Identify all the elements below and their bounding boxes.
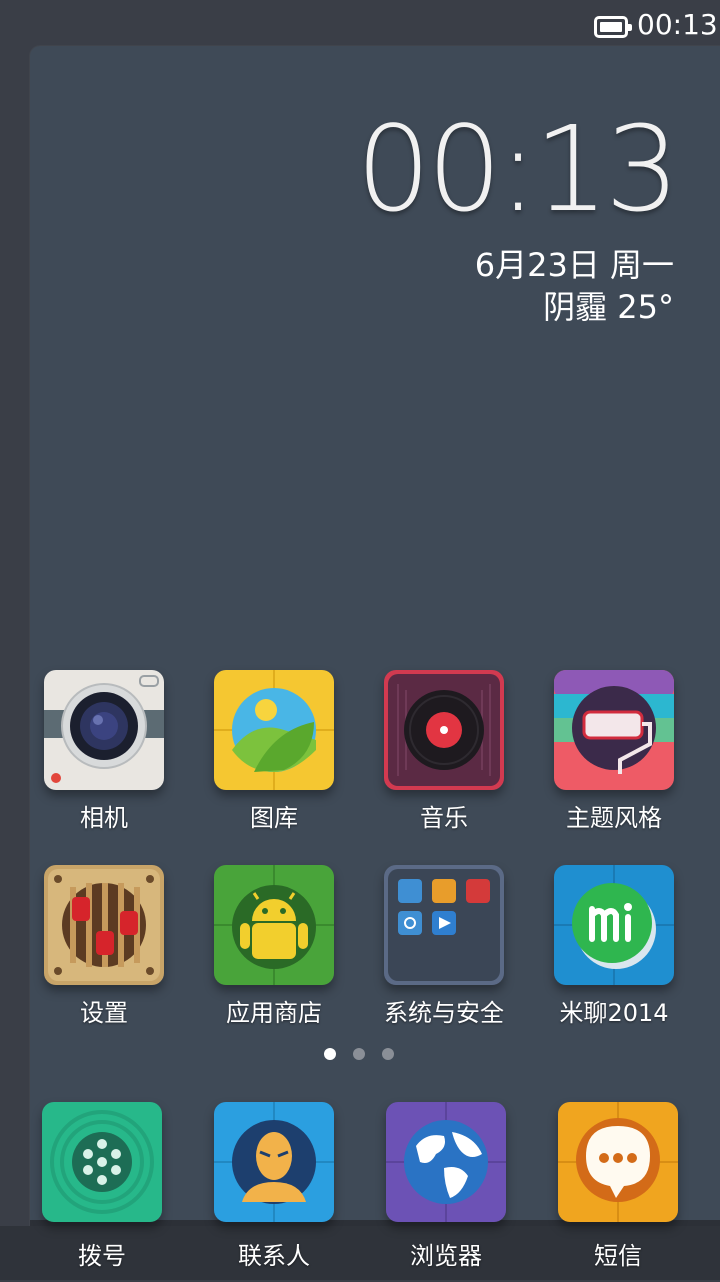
app-gallery[interactable]: 图库: [189, 670, 359, 850]
settings-icon: [44, 865, 164, 985]
battery-icon: [594, 16, 632, 38]
page-dot-1[interactable]: [324, 1048, 336, 1060]
status-bar: 00:13: [0, 0, 720, 48]
page-indicator[interactable]: [318, 1048, 402, 1062]
app-theme[interactable]: 主题风格: [529, 670, 699, 850]
app-label: 短信: [594, 1242, 642, 1270]
app-label: 应用商店: [226, 999, 322, 1027]
app-label: 音乐: [420, 804, 468, 832]
camera-icon: [44, 670, 164, 790]
app-label: 图库: [250, 804, 298, 832]
dock-messages[interactable]: 短信: [533, 1102, 703, 1282]
messages-icon: [558, 1102, 678, 1222]
app-settings[interactable]: 设置: [19, 865, 189, 1045]
status-time: 00:13: [637, 8, 718, 41]
browser-icon: [386, 1102, 506, 1222]
music-icon: [384, 670, 504, 790]
app-camera[interactable]: 相机: [19, 670, 189, 850]
page-dot-3[interactable]: [382, 1048, 394, 1060]
app-store[interactable]: 应用商店: [189, 865, 359, 1045]
clock-widget-date: 6月23日 周一: [474, 246, 674, 284]
app-label: 联系人: [238, 1242, 310, 1270]
page-dot-2[interactable]: [353, 1048, 365, 1060]
app-label: 浏览器: [410, 1242, 482, 1270]
folder-system-security[interactable]: 系统与安全: [359, 865, 529, 1045]
weather-text[interactable]: 阴霾 25°: [543, 282, 674, 328]
app-label: 系统与安全: [384, 999, 504, 1027]
dialer-icon: [42, 1102, 162, 1222]
miliao-icon: [554, 865, 674, 985]
contacts-icon: [214, 1102, 334, 1222]
app-label: 主题风格: [566, 804, 662, 832]
app-store-icon: [214, 865, 334, 985]
app-label: 拨号: [78, 1242, 126, 1270]
app-label: 设置: [80, 999, 128, 1027]
app-miliao[interactable]: 米聊2014: [529, 865, 699, 1045]
theme-icon: [554, 670, 674, 790]
dock-contacts[interactable]: 联系人: [189, 1102, 359, 1282]
dock-dialer[interactable]: 拨号: [17, 1102, 187, 1282]
app-label: 米聊2014: [559, 999, 669, 1027]
dock-browser[interactable]: 浏览器: [361, 1102, 531, 1282]
folder-icon: [384, 865, 504, 985]
app-label: 相机: [80, 804, 128, 832]
app-music[interactable]: 音乐: [359, 670, 529, 850]
clock-widget-time[interactable]: 00:13: [356, 110, 680, 228]
gallery-icon: [214, 670, 334, 790]
